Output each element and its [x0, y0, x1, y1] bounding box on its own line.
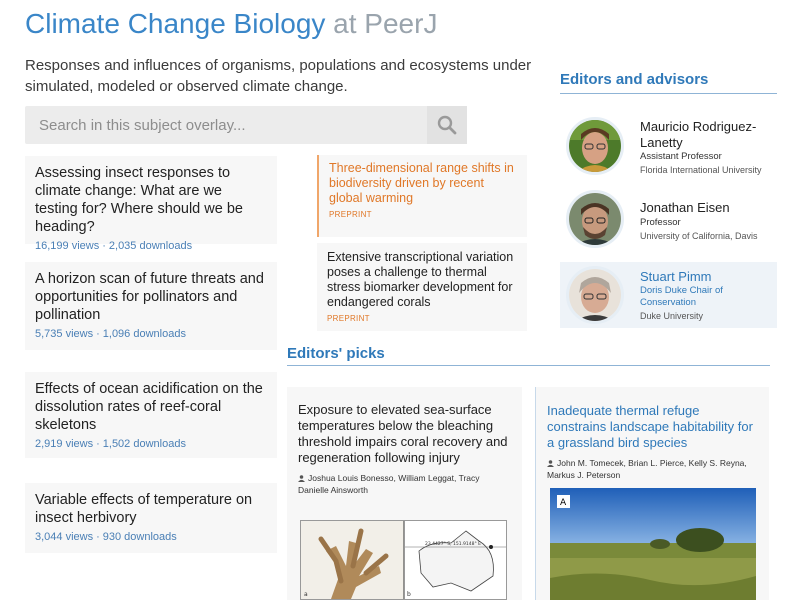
preprint-card[interactable]: Extensive transcriptional variation pose… [317, 243, 527, 331]
photo-label: A [560, 498, 567, 508]
article-downloads: 2,035 downloads [108, 240, 193, 252]
article-title[interactable]: Assessing insect responses to climate ch… [35, 164, 267, 236]
page-description: Responses and influences of organisms, p… [25, 57, 532, 95]
article-views: 16,199 views [35, 240, 100, 252]
preprint-badge: PREPRINT [327, 314, 370, 323]
editor-card[interactable]: Jonathan Eisen Professor University of C… [560, 186, 777, 252]
editors-divider [560, 93, 777, 94]
article-title[interactable]: Effects of ocean acidification on the di… [35, 380, 267, 434]
article-stats: 3,044 views · 930 downloads [35, 531, 267, 543]
article-card[interactable]: Variable effects of temperature on insec… [25, 483, 277, 553]
search-input[interactable] [25, 106, 425, 144]
figure-label-b: b [407, 591, 411, 598]
figure-thumbnail[interactable]: b a 23.4427° S, 151.9148° E [300, 520, 507, 600]
editor-role: Doris Duke Chair of Conservation [640, 285, 723, 308]
page-title-suffix: at PeerJ [333, 8, 438, 39]
user-icon [298, 475, 305, 482]
avatar [566, 190, 624, 248]
stats-separator: · [102, 240, 106, 252]
editors-heading: Editors and advisors [560, 71, 709, 88]
article-card[interactable]: A horizon scan of future threats and opp… [25, 262, 277, 350]
editor-role: Professor [640, 217, 681, 228]
stats-separator: · [96, 438, 100, 450]
page-title: Climate Change Biology at PeerJ [25, 8, 437, 40]
article-stats: 2,919 views · 1,502 downloads [35, 438, 267, 450]
editor-affiliation: University of California, Davis [640, 231, 758, 241]
article-title[interactable]: Variable effects of temperature on insec… [35, 491, 267, 527]
article-stats: 5,735 views · 1,096 downloads [35, 328, 267, 340]
editor-name[interactable]: Mauricio Rodriguez- Lanetty [640, 119, 756, 151]
pick-card[interactable]: Inadequate thermal refuge constrains lan… [535, 387, 769, 600]
editor-name[interactable]: Stuart Pimm [640, 269, 712, 285]
pick-authors: Joshua Louis Bonesso, William Leggat, Tr… [298, 473, 480, 495]
pick-title[interactable]: Exposure to elevated sea-surface tempera… [298, 402, 511, 466]
article-stats: 16,199 views · 2,035 downloads [35, 240, 267, 252]
editor-affiliation: Duke University [640, 311, 704, 321]
user-icon [547, 460, 554, 467]
article-views: 5,735 views [35, 328, 94, 340]
search-button[interactable] [427, 106, 467, 144]
stats-separator: · [96, 531, 100, 543]
preprint-card[interactable]: Three-dimensional range shifts in biodiv… [317, 155, 527, 237]
avatar [566, 266, 624, 324]
picks-divider [287, 365, 770, 366]
figure-label-a: a [304, 591, 308, 598]
article-downloads: 1,096 downloads [102, 328, 186, 340]
pick-title[interactable]: Inadequate thermal refuge constrains lan… [547, 403, 758, 451]
stats-separator: · [96, 328, 100, 340]
picks-heading: Editors' picks [287, 345, 385, 362]
avatar [566, 117, 624, 175]
preprint-title[interactable]: Extensive transcriptional variation pose… [327, 250, 517, 310]
grassland-photo[interactable]: A [550, 488, 756, 600]
article-downloads: 930 downloads [102, 531, 177, 543]
map-coordinates: 23.4427° S, 151.9148° E [425, 541, 481, 547]
page-title-main: Climate Change Biology [25, 8, 326, 39]
pick-card[interactable]: Exposure to elevated sea-surface tempera… [287, 387, 522, 600]
preprint-badge: PREPRINT [329, 210, 372, 219]
editor-affiliation: Florida International University [640, 165, 762, 175]
editor-name[interactable]: Jonathan Eisen [640, 200, 730, 216]
preprint-title[interactable]: Three-dimensional range shifts in biodiv… [329, 161, 517, 206]
article-downloads: 1,502 downloads [102, 438, 186, 450]
article-title[interactable]: A horizon scan of future threats and opp… [35, 270, 267, 324]
article-card[interactable]: Assessing insect responses to climate ch… [25, 156, 277, 252]
editor-role: Assistant Professor [640, 151, 722, 162]
search-bar [25, 106, 467, 144]
editor-card[interactable]: Mauricio Rodriguez- Lanetty Assistant Pro… [560, 113, 777, 179]
editor-card[interactable]: Stuart Pimm Doris Duke Chair of Conservat… [560, 262, 777, 328]
article-views: 3,044 views [35, 531, 94, 543]
pick-authors: John M. Tomecek, Brian L. Pierce, Kelly … [547, 458, 747, 480]
article-views: 2,919 views [35, 438, 94, 450]
search-icon [437, 115, 457, 135]
article-card[interactable]: Effects of ocean acidification on the di… [25, 372, 277, 458]
